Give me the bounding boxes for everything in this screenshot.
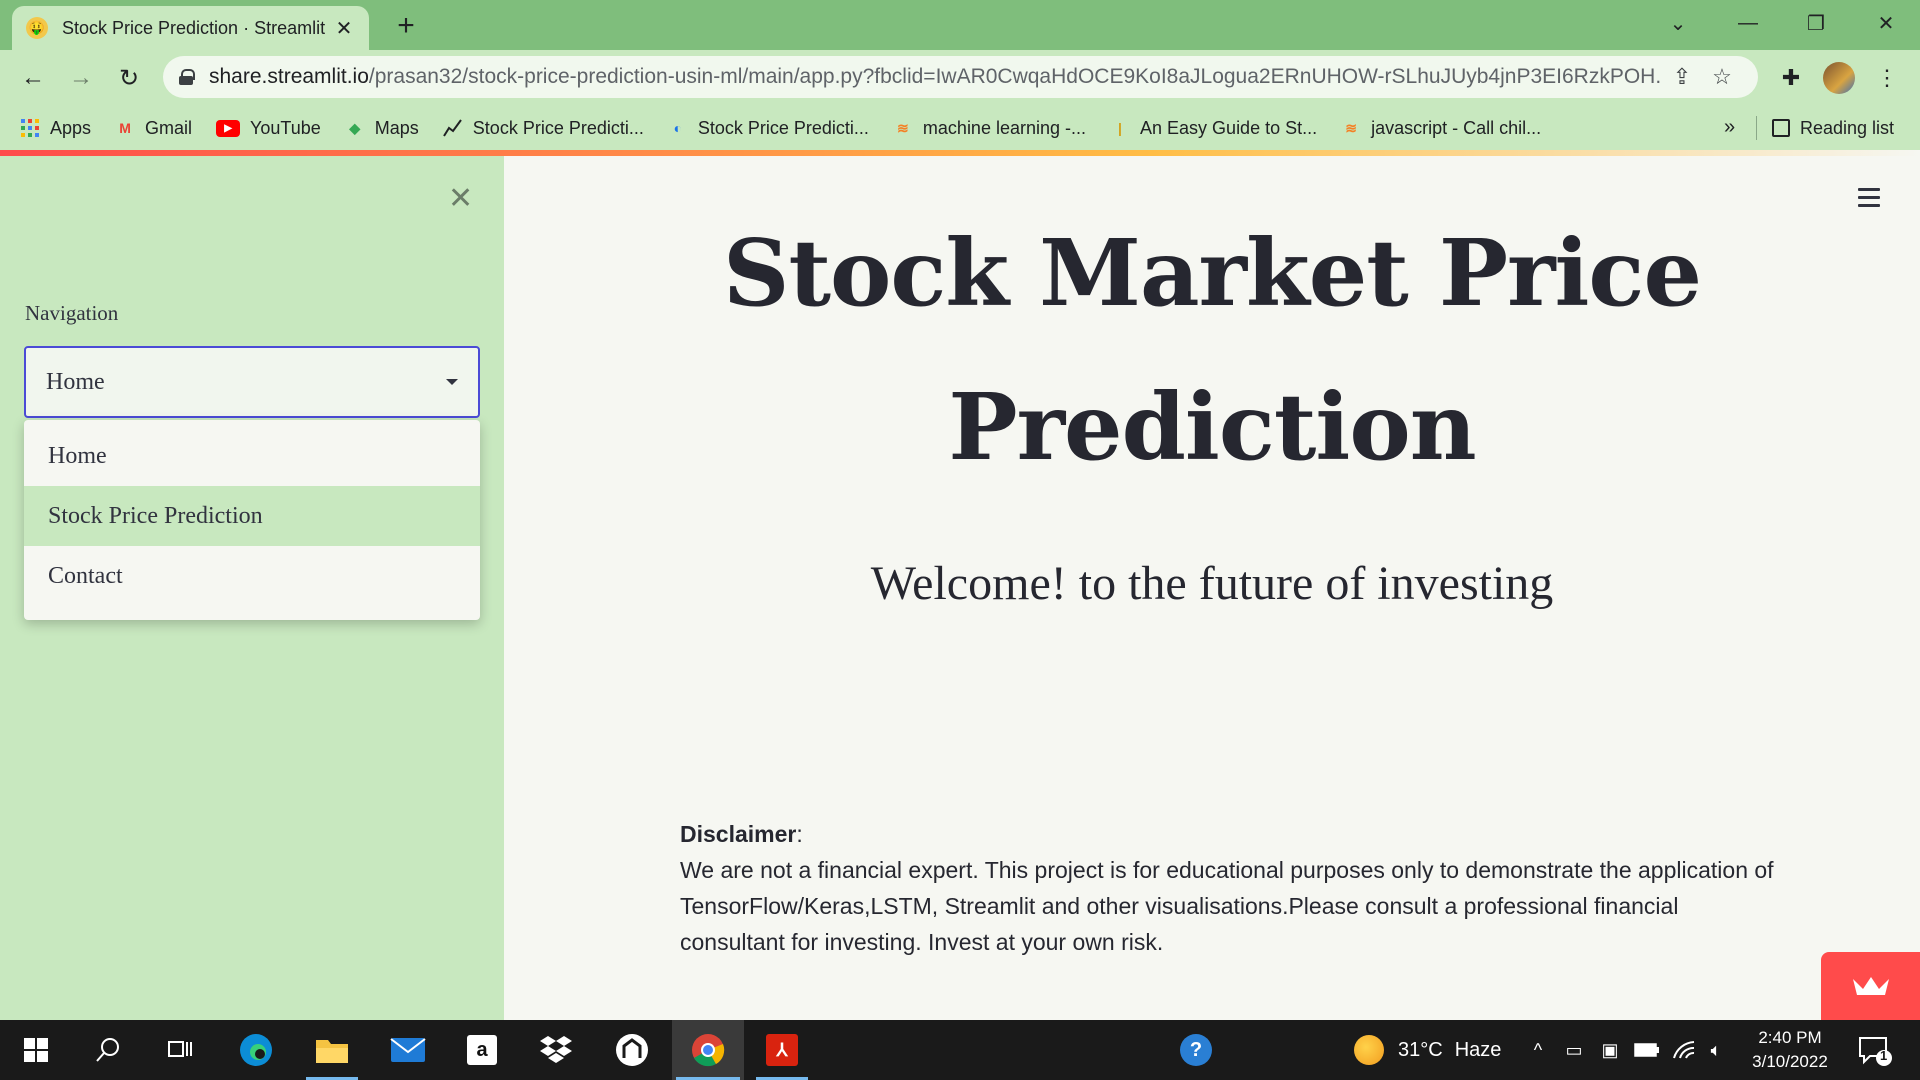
bookmark-star-icon[interactable]: ☆ <box>1702 64 1742 90</box>
close-tab-icon[interactable]: ✕ <box>333 16 355 41</box>
menu-item-contact[interactable]: Contact <box>24 546 480 606</box>
minimize-button[interactable]: — <box>1728 8 1768 38</box>
maps-icon: ◆ <box>349 119 361 136</box>
more-bookmarks-button[interactable]: » <box>1724 116 1735 139</box>
tab-title: Stock Price Prediction · Streamlit <box>62 17 326 38</box>
search-icon[interactable] <box>78 1020 138 1080</box>
battery-icon[interactable] <box>1632 1020 1662 1080</box>
sidebar: ✕ Navigation Home Home Stock Price Predi… <box>0 156 504 1020</box>
bookmark-stock-2[interactable]: ◐ Stock Price Predicti... <box>668 118 869 139</box>
bookmark-stock-1[interactable]: Stock Price Predicti... <box>442 118 644 139</box>
page-title: Stock Market Price Prediction <box>723 219 1702 481</box>
dropbox-icon[interactable] <box>526 1020 586 1080</box>
show-hidden-icons-chevron-icon[interactable]: ^ <box>1526 1020 1550 1080</box>
stackoverflow-icon: ≋ <box>897 119 909 136</box>
wifi-icon[interactable] <box>1670 1020 1698 1080</box>
bookmark-machine-learning[interactable]: ≋ machine learning -... <box>893 118 1086 139</box>
site-icon: ◐ <box>673 120 683 136</box>
mail-icon[interactable] <box>378 1020 438 1080</box>
disclaimer: Disclaimer: We are not a financial exper… <box>680 821 1774 955</box>
chrome-menu-icon[interactable]: ⋮ <box>1871 62 1903 94</box>
disclaimer-label: Disclaimer <box>680 821 797 847</box>
file-explorer-icon[interactable] <box>302 1020 362 1080</box>
chrome-icon[interactable] <box>672 1020 744 1080</box>
main-content: Stock Market Price Prediction Welcome! t… <box>504 156 1920 1020</box>
notification-count: 1 <box>1880 1048 1888 1063</box>
navigation-label: Navigation <box>25 301 119 325</box>
browser-tab[interactable]: 🤑 Stock Price Prediction · Streamlit ✕ <box>12 6 369 50</box>
weather-temperature: 31°C <box>1398 1038 1443 1061</box>
weather-description: Haze <box>1454 1038 1502 1061</box>
browser-title-bar: 🤑 Stock Price Prediction · Streamlit ✕ +… <box>0 0 1920 50</box>
display-icon[interactable]: ▣ <box>1596 1020 1624 1080</box>
bookmark-easy-guide[interactable]: | An Easy Guide to St... <box>1110 118 1317 139</box>
stackoverflow-icon: ≋ <box>1345 119 1357 136</box>
disclaimer-text: We are not a financial expert. This proj… <box>680 857 1774 955</box>
chart-icon <box>442 118 463 138</box>
profile-avatar[interactable] <box>1823 62 1855 94</box>
youtube-icon: ▶ <box>216 119 241 137</box>
meet-now-icon[interactable]: ▭ <box>1560 1020 1588 1080</box>
system-clock[interactable]: 2:40 PM 3/10/2022 <box>1730 1026 1850 1074</box>
url-text[interactable]: share.streamlit.io/prasan32/stock-price-… <box>209 65 1662 89</box>
back-button[interactable]: ← <box>17 62 49 94</box>
streamlit-crown-icon[interactable] <box>1821 952 1920 1020</box>
windows-start-icon[interactable] <box>6 1020 66 1080</box>
notification-center-icon[interactable]: 1 <box>1856 1032 1892 1068</box>
menu-item-home[interactable]: Home <box>24 426 480 486</box>
app-shield-icon[interactable] <box>602 1020 662 1080</box>
reading-list-button[interactable]: Reading list <box>1772 106 1894 150</box>
menu-item-stock-price-prediction[interactable]: Stock Price Prediction <box>24 486 480 546</box>
weather-sun-icon <box>1354 1035 1384 1065</box>
bookmark-maps[interactable]: ◆ Maps <box>345 118 418 139</box>
lock-icon[interactable] <box>179 69 195 85</box>
share-icon[interactable]: ⇪ <box>1662 64 1702 90</box>
close-sidebar-icon[interactable]: ✕ <box>448 181 473 216</box>
select-value: Home <box>46 368 105 395</box>
bookmark-gmail[interactable]: M Gmail <box>115 118 192 139</box>
navigation-dropdown-menu: Home Stock Price Prediction Contact <box>24 420 480 620</box>
gmail-icon: M <box>119 120 131 136</box>
extensions-puzzle-icon[interactable]: ✚ <box>1775 62 1807 94</box>
reload-button[interactable]: ↻ <box>113 62 145 94</box>
streamlit-favicon-icon: 🤑 <box>26 17 48 39</box>
forward-button[interactable]: → <box>65 62 97 94</box>
windows-taskbar: a ⅄ ? 31°C Haze ^ ▭ ▣ 🔈︎ 2:40 PM 3/10/20… <box>0 1020 1920 1080</box>
welcome-text: Welcome! to the future of investing <box>870 557 1554 610</box>
browser-toolbar: ← → ↻ share.streamlit.io/prasan32/stock-… <box>0 50 1920 106</box>
medium-icon: | <box>1118 120 1122 136</box>
navigation-select[interactable]: Home <box>24 346 480 418</box>
new-tab-button[interactable]: + <box>390 9 422 42</box>
tab-search-icon[interactable]: ⌄ <box>1658 8 1698 38</box>
volume-icon[interactable]: 🔈︎ <box>1702 1020 1730 1080</box>
reading-list-icon <box>1772 119 1790 137</box>
close-window-button[interactable]: ✕ <box>1866 8 1906 38</box>
address-bar[interactable]: share.streamlit.io/prasan32/stock-price-… <box>163 56 1758 98</box>
bookmark-javascript[interactable]: ≋ javascript - Call chil... <box>1341 118 1541 139</box>
edge-browser-icon[interactable] <box>226 1020 286 1080</box>
bookmarks-divider <box>1756 116 1757 140</box>
help-icon[interactable]: ? <box>1166 1020 1226 1080</box>
acrobat-reader-icon[interactable]: ⅄ <box>752 1020 812 1080</box>
weather-widget[interactable]: 31°C Haze <box>1354 1020 1501 1080</box>
bookmark-apps[interactable]: Apps <box>20 118 91 139</box>
caret-down-icon <box>446 379 458 385</box>
amazon-icon[interactable]: a <box>452 1020 512 1080</box>
bookmark-youtube[interactable]: ▶ YouTube <box>216 118 321 139</box>
task-view-icon[interactable] <box>150 1020 210 1080</box>
bookmarks-bar: Apps M Gmail ▶ YouTube ◆ Maps Stock Pric… <box>0 106 1920 150</box>
restore-button[interactable]: ❐ <box>1796 8 1836 38</box>
apps-grid-icon <box>20 118 40 138</box>
